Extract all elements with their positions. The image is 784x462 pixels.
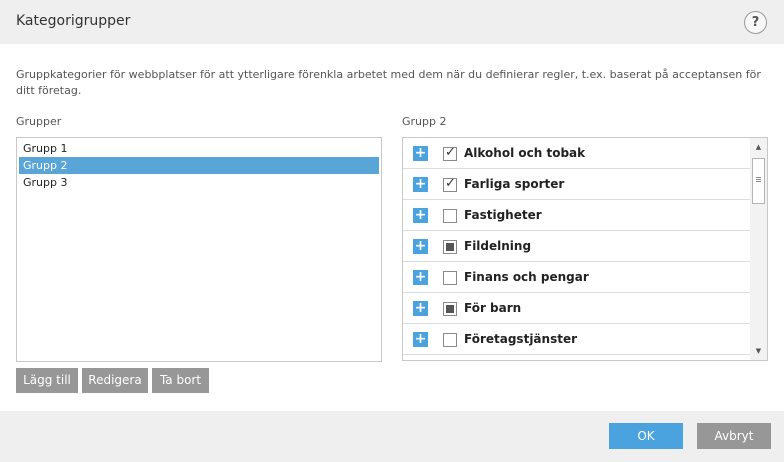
category-row: + ✓ Farliga sporter <box>403 169 751 200</box>
groups-list[interactable]: Grupp 1 Grupp 2 Grupp 3 <box>16 137 382 362</box>
scroll-thumb[interactable] <box>752 158 765 204</box>
category-checkbox[interactable] <box>443 302 457 316</box>
add-group-button[interactable]: Lägg till <box>16 368 78 393</box>
category-checkbox[interactable] <box>443 333 457 347</box>
expand-icon[interactable]: + <box>413 270 428 285</box>
partial-check-icon <box>446 243 454 251</box>
category-row: + Fildelning <box>403 231 751 262</box>
category-row: + För barn <box>403 293 751 324</box>
ok-button[interactable]: OK <box>609 423 683 449</box>
expand-icon[interactable]: + <box>413 146 428 161</box>
checkmark-icon: ✓ <box>445 176 456 191</box>
category-checkbox[interactable]: ✓ <box>443 145 457 161</box>
grip-icon <box>756 177 761 182</box>
cancel-button[interactable]: Avbryt <box>697 423 771 449</box>
category-checkbox[interactable] <box>443 209 457 223</box>
category-checkbox[interactable] <box>443 271 457 285</box>
scroll-down-icon[interactable]: ▼ <box>750 344 767 358</box>
group-item-grupp-2[interactable]: Grupp 2 <box>19 157 379 174</box>
categories-label: Grupp 2 <box>402 115 447 128</box>
category-label: För barn <box>464 301 522 315</box>
category-list: + ✓ Alkohol och tobak + ✓ Farliga sporte… <box>402 137 768 361</box>
dialog-description: Gruppkategorier för webbplatser för att … <box>16 68 761 97</box>
category-label: Finans och pengar <box>464 270 589 284</box>
category-checkbox[interactable] <box>443 240 457 254</box>
category-label: Fastigheter <box>464 208 542 222</box>
partial-check-icon <box>446 305 454 313</box>
category-label: Farliga sporter <box>464 177 565 191</box>
category-row: + Fastigheter <box>403 200 751 231</box>
expand-icon[interactable]: + <box>413 177 428 192</box>
category-label: Alkohol och tobak <box>464 146 586 160</box>
group-item-grupp-3[interactable]: Grupp 3 <box>19 174 379 191</box>
category-row: + Företagstjänster <box>403 324 751 355</box>
vertical-scrollbar[interactable]: ▲ ▼ <box>750 138 767 360</box>
expand-icon[interactable]: + <box>413 208 428 223</box>
edit-group-button[interactable]: Redigera <box>82 368 148 393</box>
group-item-grupp-1[interactable]: Grupp 1 <box>19 140 379 157</box>
expand-icon[interactable]: + <box>413 239 428 254</box>
category-row: + ✓ Alkohol och tobak <box>403 138 751 169</box>
category-label: Fildelning <box>464 239 532 253</box>
category-label: Företagstjänster <box>464 332 578 346</box>
category-row: + Finans och pengar <box>403 262 751 293</box>
help-button[interactable]: ? <box>744 11 767 34</box>
category-checkbox[interactable]: ✓ <box>443 176 457 192</box>
scroll-up-icon[interactable]: ▲ <box>750 140 767 154</box>
expand-icon[interactable]: + <box>413 301 428 316</box>
checkmark-icon: ✓ <box>445 145 456 160</box>
remove-group-button[interactable]: Ta bort <box>152 368 209 393</box>
expand-icon[interactable]: + <box>413 332 428 347</box>
dialog-title: Kategorigrupper <box>16 13 131 29</box>
groups-label: Grupper <box>16 115 62 128</box>
